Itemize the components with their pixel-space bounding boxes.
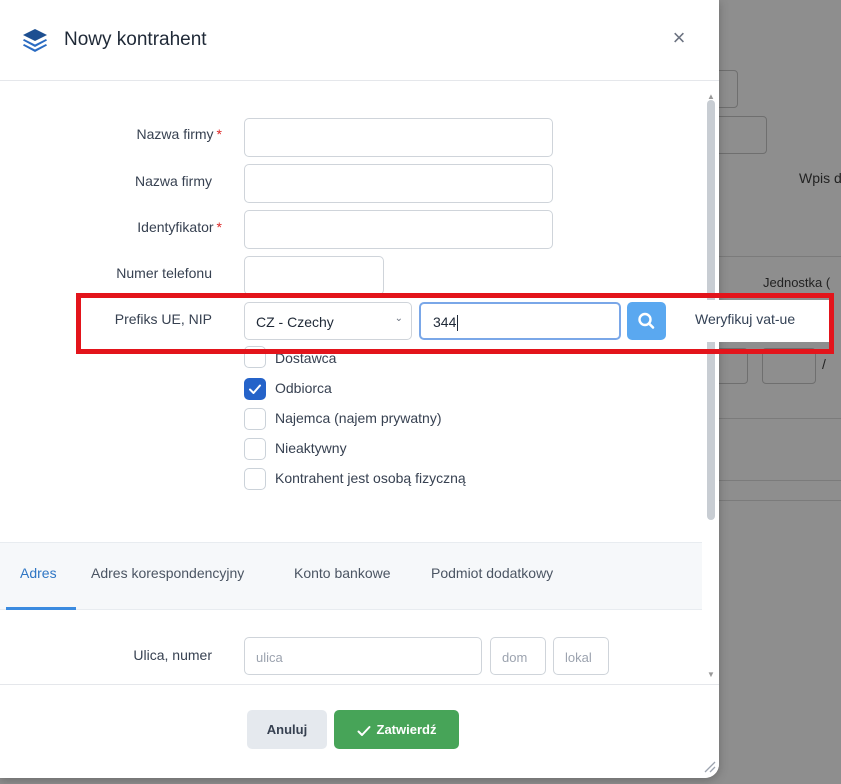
company-name-label: Nazwa firmy *	[136, 126, 222, 142]
confirm-button[interactable]: Zatwierdź	[334, 710, 459, 749]
company-name-2-input[interactable]	[244, 164, 553, 203]
background-input	[712, 116, 767, 154]
background-slash: /	[822, 356, 826, 372]
company-name-input[interactable]	[244, 118, 553, 157]
inactive-checkbox-label: Nieaktywny	[275, 440, 347, 456]
identifier-label: Identyfikator *	[137, 219, 222, 235]
inactive-checkbox[interactable]	[244, 438, 266, 460]
scroll-down-arrow-icon[interactable]: ▼	[707, 670, 715, 679]
background-divider	[705, 500, 841, 501]
recipient-checkbox-label: Odbiorca	[275, 380, 332, 396]
background-column-header: Jednostka (	[763, 275, 831, 290]
phone-label: Numer telefonu	[116, 265, 212, 281]
background-text-wpis: Wpis d	[799, 170, 841, 186]
identifier-input[interactable]	[244, 210, 553, 249]
close-icon[interactable]: ×	[668, 27, 690, 49]
dialog-footer: Anuluj Zatwierdź	[0, 684, 719, 778]
natural-person-checkbox[interactable]	[244, 468, 266, 490]
house-number-input[interactable]: dom	[490, 637, 546, 675]
address-tabs: Adres Adres korespondencyjny Konto banko…	[0, 542, 702, 610]
dialog-header: Nowy kontrahent ×	[0, 0, 719, 81]
street-label: Ulica, numer	[133, 647, 212, 663]
active-tab-indicator	[6, 607, 76, 610]
tab-correspondence-address[interactable]: Adres korespondencyjny	[91, 565, 244, 581]
street-input[interactable]: ulica	[244, 637, 482, 675]
dialog-title: Nowy kontrahent	[64, 29, 207, 50]
layers-icon	[23, 29, 47, 52]
recipient-checkbox[interactable]	[244, 378, 266, 400]
background-divider	[705, 480, 841, 481]
phone-input[interactable]	[244, 256, 384, 295]
dialog-scrollbar[interactable]: ▲ ▼	[705, 92, 715, 682]
apartment-number-input[interactable]: lokal	[553, 637, 609, 675]
background-divider	[705, 256, 841, 257]
cancel-button[interactable]: Anuluj	[247, 710, 327, 749]
new-contractor-dialog: Nowy kontrahent × Nazwa firmy * Nazwa fir…	[0, 0, 719, 778]
background-divider	[705, 418, 841, 419]
tab-address[interactable]: Adres	[20, 565, 57, 581]
resize-handle-icon[interactable]	[702, 759, 716, 773]
natural-person-checkbox-label: Kontrahent jest osobą fizyczną	[275, 470, 466, 486]
tab-additional-entity[interactable]: Podmiot dodatkowy	[431, 565, 553, 581]
tenant-checkbox-label: Najemca (najem prywatny)	[275, 410, 442, 426]
tenant-checkbox[interactable]	[244, 408, 266, 430]
highlight-box	[76, 293, 834, 354]
company-name-2-label: Nazwa firmy	[134, 173, 212, 189]
checkmark-icon	[249, 384, 261, 394]
tab-bank-account[interactable]: Konto bankowe	[294, 565, 391, 581]
check-icon	[357, 725, 371, 736]
confirm-button-label: Zatwierdź	[376, 722, 437, 737]
